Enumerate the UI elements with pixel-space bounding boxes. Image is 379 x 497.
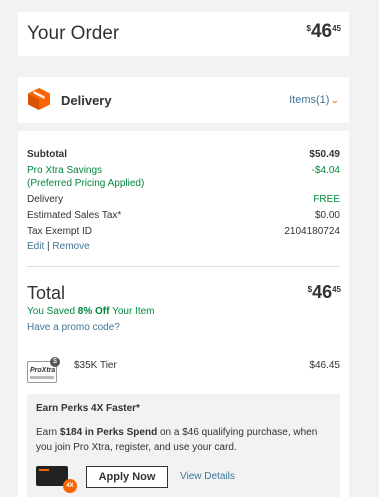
pro-xtra-logo-bar bbox=[30, 376, 54, 379]
delivery-fee-label: Delivery bbox=[27, 194, 64, 205]
items-toggle[interactable]: Items(1)⌄ bbox=[289, 94, 341, 106]
perks-text-prefix: Earn bbox=[36, 427, 60, 438]
promo-code-link[interactable]: Have a promo code? bbox=[27, 322, 340, 333]
separator: | bbox=[47, 241, 50, 252]
savings-value: -$4.04 bbox=[311, 165, 340, 176]
perks-4x-badge: 4X bbox=[63, 479, 77, 493]
saved-percent: 8% Off bbox=[77, 306, 110, 317]
order-card: Your Order $4645 bbox=[18, 12, 349, 56]
delivery-label: Delivery bbox=[61, 93, 112, 108]
subtotal-value: $50.49 bbox=[309, 149, 340, 160]
tax-exempt-row: Tax Exempt ID 2104180724 bbox=[27, 226, 340, 237]
order-title: Your Order bbox=[27, 23, 120, 44]
saved-prefix: You Saved bbox=[27, 306, 78, 317]
order-price-cents: 45 bbox=[332, 24, 341, 33]
order-price: $4645 bbox=[307, 21, 342, 43]
saved-suffix: Your Item bbox=[109, 306, 155, 317]
perks-promo: Earn Perks 4X Faster* Earn $184 in Perks… bbox=[27, 394, 340, 497]
card-stripe bbox=[39, 469, 49, 471]
divider bbox=[27, 266, 340, 267]
perks-text-bold: $184 in Perks Spend bbox=[59, 427, 158, 438]
total-label: Total bbox=[27, 283, 66, 303]
tax-value: $0.00 bbox=[314, 210, 340, 221]
box-icon bbox=[28, 88, 50, 110]
edit-link[interactable]: Edit bbox=[27, 241, 44, 252]
savings-note: You Saved 8% Off Your Item bbox=[27, 306, 340, 317]
order-price-dollar: $ bbox=[306, 24, 311, 33]
savings-row: Pro Xtra Savings -$4.04 bbox=[27, 165, 340, 176]
subtotal-row: Subtotal $50.49 bbox=[27, 149, 340, 160]
delivery-card: Delivery Items(1)⌄ bbox=[18, 77, 349, 123]
dollar-icon: $ bbox=[50, 357, 60, 367]
remove-link[interactable]: Remove bbox=[52, 241, 89, 252]
savings-label-1: Pro Xtra Savings bbox=[27, 165, 103, 176]
total-price-dollar: $ bbox=[307, 285, 313, 294]
savings-label-2: (Preferred Pricing Applied) bbox=[27, 178, 145, 189]
savings-sublabel-row: (Preferred Pricing Applied) bbox=[27, 178, 340, 189]
tax-row: Estimated Sales Tax* $0.00 bbox=[27, 210, 340, 221]
pro-xtra-logo-text: ProXtra bbox=[30, 367, 56, 374]
delivery-row: Delivery FREE bbox=[27, 194, 340, 205]
order-price-main: 46 bbox=[310, 21, 333, 42]
perks-text: Earn $184 in Perks Spend on a $46 qualif… bbox=[36, 425, 332, 455]
tax-label: Estimated Sales Tax* bbox=[27, 210, 122, 221]
items-link-label: Items(1) bbox=[289, 94, 330, 106]
total-price: $4645 bbox=[308, 282, 341, 303]
summary-card: Subtotal $50.49 Pro Xtra Savings -$4.04 … bbox=[18, 131, 349, 497]
delivery-fee-value: FREE bbox=[313, 194, 340, 205]
pro-xtra-logo: ProXtra $ bbox=[27, 357, 60, 383]
total-price-cents: 45 bbox=[332, 285, 341, 294]
tier-price: $46.45 bbox=[309, 360, 340, 371]
tax-exempt-actions: Edit | Remove bbox=[27, 241, 340, 252]
total-price-main: 46 bbox=[312, 282, 333, 302]
view-details-link[interactable]: View Details bbox=[180, 471, 235, 482]
tax-exempt-value: 2104180724 bbox=[284, 226, 340, 237]
subtotal-label: Subtotal bbox=[27, 149, 67, 160]
tier-label: $35K Tier bbox=[74, 360, 117, 371]
perks-title: Earn Perks 4X Faster* bbox=[36, 403, 140, 414]
apply-now-button[interactable]: Apply Now bbox=[86, 466, 168, 488]
tax-exempt-label: Tax Exempt ID bbox=[27, 226, 93, 237]
chevron-down-icon: ⌄ bbox=[330, 95, 341, 105]
